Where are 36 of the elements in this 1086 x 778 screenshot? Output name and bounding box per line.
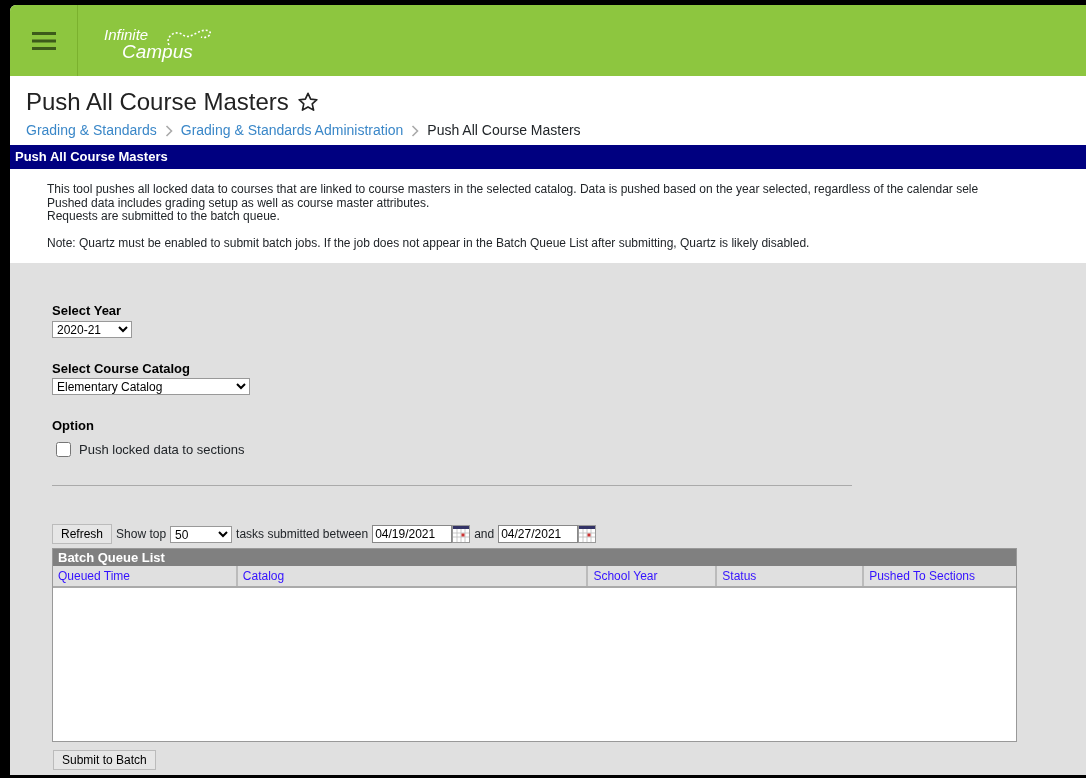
toolbar-text: Show top bbox=[116, 526, 167, 543]
menu-icon bbox=[31, 30, 56, 51]
calendar-icon[interactable] bbox=[578, 525, 597, 543]
note-text: Note: Quartz must be enabled to submit batch jobs. If the job does not appear in the Batch Queue List after submitting, Quartz is likely disabled. bbox=[47, 236, 811, 250]
favorite-star-icon[interactable] bbox=[296, 91, 319, 113]
breadcrumb-link[interactable]: Grading & Standards Administration bbox=[180, 120, 404, 141]
refresh-button[interactable]: Refresh bbox=[52, 524, 113, 544]
section-header: Push All Course Masters bbox=[10, 145, 1086, 169]
dropdown[interactable]: Elementary Catalog bbox=[52, 378, 250, 395]
submit-button[interactable]: Submit to Batch bbox=[53, 750, 156, 770]
checkbox[interactable] bbox=[56, 441, 71, 457]
description-text: Requests are submitted to the batch queue. bbox=[47, 210, 281, 224]
breadcrumb-link[interactable]: Grading & Standards bbox=[26, 120, 157, 141]
calendar-icon[interactable] bbox=[452, 525, 471, 543]
field-label: Select Course Catalog bbox=[52, 359, 191, 378]
description-text: Pushed data includes grading setup as well as course master attributes. bbox=[47, 196, 431, 210]
count-dropdown[interactable]: 50 bbox=[170, 525, 233, 543]
checkbox-label: Push locked data to sections bbox=[79, 440, 245, 459]
column-header[interactable]: Status bbox=[717, 566, 865, 586]
description-text: This tool pushes all locked data to courses that are linked to course masters in the selected catalog. Data is pushed based on the year selected, regardless of the calendar sele bbox=[47, 183, 980, 197]
column-header[interactable]: Pushed To Sections bbox=[864, 566, 1016, 586]
chevron-icon bbox=[164, 124, 173, 137]
toolbar-text: and bbox=[474, 526, 495, 543]
page-title: Push All Course Masters bbox=[26, 87, 289, 117]
field-label: Select Year bbox=[52, 302, 123, 320]
date-field[interactable]: 04/19/2021 bbox=[372, 525, 453, 543]
list-title: Batch Queue List bbox=[53, 549, 1016, 566]
breadcrumb-current: Push All Course Masters bbox=[427, 121, 581, 140]
date-field[interactable]: 04/27/2021 bbox=[498, 525, 579, 543]
column-header[interactable]: Queued Time bbox=[53, 566, 238, 586]
section-label: Option bbox=[52, 417, 95, 435]
dropdown[interactable]: 2020-21 bbox=[52, 320, 132, 338]
column-header[interactable]: Catalog bbox=[237, 566, 589, 586]
toolbar-text: tasks submitted between bbox=[236, 526, 369, 543]
column-header[interactable]: School Year bbox=[588, 566, 718, 586]
chevron-icon bbox=[411, 124, 420, 137]
